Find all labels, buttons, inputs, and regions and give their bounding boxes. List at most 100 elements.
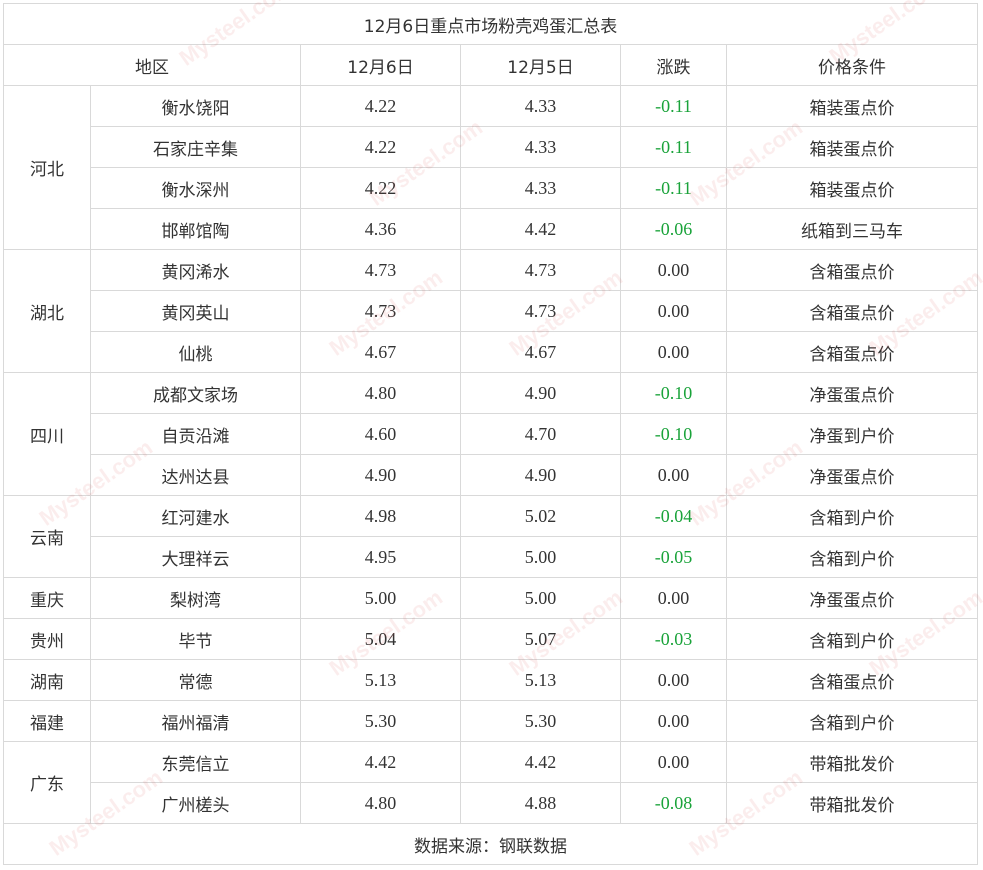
- price-dec5-cell: 4.70: [460, 413, 621, 455]
- price-dec6-cell: 4.42: [300, 741, 461, 783]
- price-dec6-cell: 4.73: [300, 249, 461, 291]
- change-cell: -0.10: [620, 372, 727, 414]
- table-row: 大理祥云 4.95 5.00 -0.05 含箱到户价: [4, 536, 979, 578]
- market-cell: 黄冈浠水: [90, 249, 301, 291]
- price-dec6-cell: 4.98: [300, 495, 461, 537]
- title-row: 12月6日重点市场粉壳鸡蛋汇总表: [2, 3, 979, 45]
- market-cell: 东莞信立: [90, 741, 301, 783]
- table-row: 云南 红河建水 4.98 5.02 -0.04 含箱到户价: [3, 495, 979, 578]
- change-cell: -0.08: [620, 782, 727, 824]
- price-dec5-cell: 4.33: [460, 167, 621, 209]
- price-dec5-cell: 4.33: [460, 126, 621, 168]
- header-change: 涨跌: [620, 44, 727, 86]
- table-row: 河北 衡水饶阳 4.22 4.33 -0.11 箱装蛋点价: [3, 85, 979, 250]
- condition-cell: 箱装蛋点价: [725, 126, 979, 168]
- table-row: 贵州 毕节 5.04 5.07 -0.03 含箱到户价: [3, 618, 979, 660]
- condition-cell: 含箱蛋点价: [725, 331, 979, 373]
- price-dec5-cell: 4.67: [460, 331, 621, 373]
- condition-cell: 含箱到户价: [725, 495, 979, 537]
- table-row: 石家庄辛集 4.22 4.33 -0.11 箱装蛋点价: [4, 126, 979, 168]
- change-cell: 0.00: [620, 577, 727, 619]
- price-dec6-cell: 4.22: [300, 85, 461, 127]
- price-dec5-cell: 4.88: [460, 782, 621, 824]
- condition-cell: 净蛋蛋点价: [725, 372, 979, 414]
- price-dec5-cell: 5.00: [460, 536, 621, 578]
- change-cell: 0.00: [620, 700, 727, 742]
- table-row: 邯郸馆陶 4.36 4.42 -0.06 纸箱到三马车: [4, 208, 979, 250]
- region-cell: 四川: [3, 372, 91, 496]
- price-dec6-cell: 4.90: [300, 454, 461, 496]
- region-cell: 河北: [3, 85, 91, 250]
- price-dec5-cell: 5.13: [460, 659, 621, 701]
- condition-cell: 带箱批发价: [725, 782, 979, 824]
- market-cell: 常德: [90, 659, 301, 701]
- price-dec5-cell: 4.33: [460, 85, 621, 127]
- table-row: 广东 东莞信立 4.42 4.42 0.00 带箱批发价: [3, 741, 979, 824]
- region-cell: 广东: [3, 741, 91, 824]
- change-cell: 0.00: [620, 249, 727, 291]
- price-dec5-cell: 4.42: [460, 741, 621, 783]
- price-dec6-cell: 4.67: [300, 331, 461, 373]
- change-cell: -0.11: [620, 126, 727, 168]
- price-dec6-cell: 4.80: [300, 782, 461, 824]
- price-dec6-cell: 4.22: [300, 167, 461, 209]
- source-note: 数据来源：钢联数据: [2, 823, 979, 865]
- change-cell: -0.11: [620, 85, 727, 127]
- egg-price-table: 12月6日重点市场粉壳鸡蛋汇总表 地区 12月6日 12月5日 涨跌 价格条件 …: [2, 3, 979, 865]
- condition-cell: 净蛋蛋点价: [725, 454, 979, 496]
- table-row: 自贡沿滩 4.60 4.70 -0.10 净蛋到户价: [4, 413, 979, 455]
- market-cell: 红河建水: [90, 495, 301, 537]
- change-cell: 0.00: [620, 454, 727, 496]
- table-row: 广州槎头 4.80 4.88 -0.08 带箱批发价: [4, 782, 979, 824]
- change-cell: 0.00: [620, 659, 727, 701]
- condition-cell: 含箱蛋点价: [725, 659, 979, 701]
- price-dec6-cell: 4.95: [300, 536, 461, 578]
- price-dec6-cell: 5.04: [300, 618, 461, 660]
- condition-cell: 含箱蛋点价: [725, 249, 979, 291]
- market-cell: 石家庄辛集: [90, 126, 301, 168]
- market-cell: 自贡沿滩: [90, 413, 301, 455]
- condition-cell: 纸箱到三马车: [725, 208, 979, 250]
- market-cell: 大理祥云: [90, 536, 301, 578]
- region-cell: 贵州: [3, 618, 91, 660]
- change-cell: -0.06: [620, 208, 727, 250]
- price-dec5-cell: 4.42: [460, 208, 621, 250]
- change-cell: -0.10: [620, 413, 727, 455]
- market-cell: 成都文家场: [90, 372, 301, 414]
- table-row: 福建 福州福清 5.30 5.30 0.00 含箱到户价: [3, 700, 979, 742]
- header-row: 地区 12月6日 12月5日 涨跌 价格条件: [3, 44, 979, 86]
- condition-cell: 带箱批发价: [725, 741, 979, 783]
- condition-cell: 含箱到户价: [725, 700, 979, 742]
- market-cell: 仙桃: [90, 331, 301, 373]
- market-cell: 达州达县: [90, 454, 301, 496]
- table-row: 达州达县 4.90 4.90 0.00 净蛋蛋点价: [4, 454, 979, 496]
- header-dec6: 12月6日: [300, 44, 461, 86]
- price-dec6-cell: 4.60: [300, 413, 461, 455]
- header-dec5: 12月5日: [460, 44, 621, 86]
- change-cell: -0.03: [620, 618, 727, 660]
- market-cell: 梨树湾: [90, 577, 301, 619]
- price-dec5-cell: 4.73: [460, 290, 621, 332]
- region-cell: 云南: [3, 495, 91, 578]
- region-cell: 福建: [3, 700, 91, 742]
- price-dec6-cell: 5.13: [300, 659, 461, 701]
- region-cell: 重庆: [3, 577, 91, 619]
- price-dec6-cell: 5.30: [300, 700, 461, 742]
- market-cell: 毕节: [90, 618, 301, 660]
- condition-cell: 净蛋蛋点价: [725, 577, 979, 619]
- header-region: 地区: [3, 44, 301, 86]
- market-cell: 衡水饶阳: [90, 85, 301, 127]
- price-dec6-cell: 4.36: [300, 208, 461, 250]
- change-cell: 0.00: [620, 331, 727, 373]
- change-cell: -0.05: [620, 536, 727, 578]
- table-row: 四川 成都文家场 4.80 4.90 -0.10 净蛋蛋点价: [3, 372, 979, 496]
- region-cell: 湖北: [3, 249, 91, 373]
- price-dec6-cell: 4.80: [300, 372, 461, 414]
- market-cell: 邯郸馆陶: [90, 208, 301, 250]
- condition-cell: 含箱蛋点价: [725, 290, 979, 332]
- condition-cell: 含箱到户价: [725, 536, 979, 578]
- price-dec6-cell: 4.22: [300, 126, 461, 168]
- price-dec5-cell: 5.02: [460, 495, 621, 537]
- table-title: 12月6日重点市场粉壳鸡蛋汇总表: [2, 3, 979, 45]
- table-row: 重庆 梨树湾 5.00 5.00 0.00 净蛋蛋点价: [3, 577, 979, 619]
